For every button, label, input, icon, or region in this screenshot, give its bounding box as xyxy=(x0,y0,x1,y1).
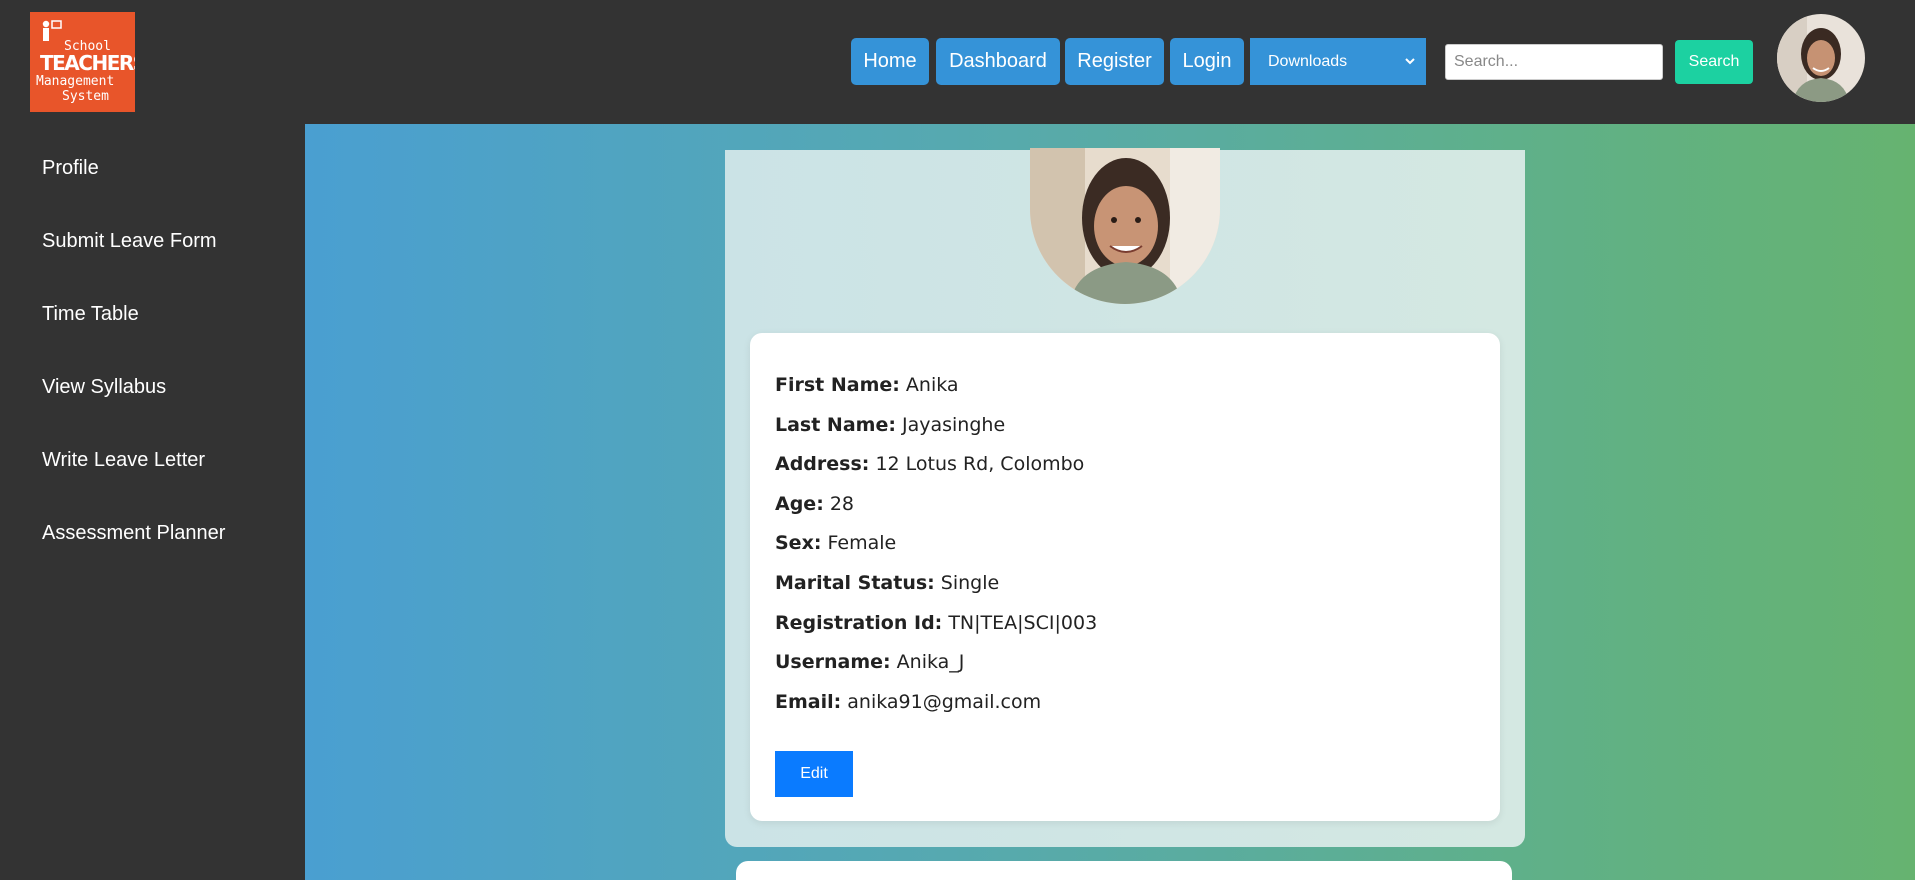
nav-register-button[interactable]: Register xyxy=(1065,38,1164,85)
field-marital-status: Marital Status: Single xyxy=(775,572,999,594)
nav-dashboard-button[interactable]: Dashboard xyxy=(936,38,1060,85)
profile-photo xyxy=(1030,148,1220,304)
sidebar-item-profile[interactable]: Profile xyxy=(42,157,99,180)
field-label: Email: xyxy=(775,691,842,713)
field-label: Username: xyxy=(775,651,891,673)
field-value: TN|TEA|SCI|003 xyxy=(948,612,1098,634)
field-value: Anika_J xyxy=(896,651,965,673)
school-logo[interactable]: School TEACHERS Management System xyxy=(30,12,135,112)
next-card xyxy=(736,861,1512,880)
main-content: First Name: Anika Last Name: Jayasinghe … xyxy=(305,124,1915,880)
profile-card: First Name: Anika Last Name: Jayasinghe … xyxy=(725,148,1525,847)
field-address: Address: 12 Lotus Rd, Colombo xyxy=(775,453,1084,475)
field-last-name: Last Name: Jayasinghe xyxy=(775,414,1005,436)
field-value: Jayasinghe xyxy=(902,414,1006,436)
field-value: Female xyxy=(827,532,897,554)
field-label: Registration Id: xyxy=(775,612,943,634)
field-label: First Name: xyxy=(775,374,900,396)
field-label: Marital Status: xyxy=(775,572,935,594)
field-value: anika91@gmail.com xyxy=(847,691,1042,713)
nav-login-button[interactable]: Login xyxy=(1170,38,1244,85)
sidebar-item-submit-leave-form[interactable]: Submit Leave Form xyxy=(42,230,217,253)
profile-photo-image xyxy=(1030,148,1220,304)
nav-home-button[interactable]: Home xyxy=(851,38,929,85)
field-age: Age: 28 xyxy=(775,493,854,515)
profile-details-card: First Name: Anika Last Name: Jayasinghe … xyxy=(750,333,1500,821)
user-avatar[interactable] xyxy=(1777,14,1865,102)
field-value: 28 xyxy=(829,493,855,515)
user-avatar-image xyxy=(1777,14,1865,102)
field-label: Last Name: xyxy=(775,414,896,436)
field-sex: Sex: Female xyxy=(775,532,896,554)
sidebar-item-view-syllabus[interactable]: View Syllabus xyxy=(42,376,166,399)
field-value: Anika xyxy=(905,374,959,396)
field-label: Sex: xyxy=(775,532,822,554)
field-label: Age: xyxy=(775,493,824,515)
field-value: 12 Lotus Rd, Colombo xyxy=(875,453,1085,475)
sidebar-item-assessment-planner[interactable]: Assessment Planner xyxy=(42,522,225,545)
field-value: Single xyxy=(940,572,1000,594)
search-button[interactable]: Search xyxy=(1675,40,1753,84)
field-username: Username: Anika_J xyxy=(775,651,964,673)
logo-line-4: System xyxy=(62,89,109,104)
field-registration-id: Registration Id: TN|TEA|SCI|003 xyxy=(775,612,1097,634)
field-label: Address: xyxy=(775,453,870,475)
sidebar-item-write-leave-letter[interactable]: Write Leave Letter xyxy=(42,449,205,472)
search-input[interactable] xyxy=(1445,44,1663,80)
logo-line-3: Management xyxy=(36,74,115,89)
downloads-dropdown[interactable]: Downloads xyxy=(1250,38,1426,85)
teacher-figure-icon xyxy=(42,20,62,41)
sidebar-item-time-table[interactable]: Time Table xyxy=(42,303,139,326)
sidebar: Profile Submit Leave Form Time Table Vie… xyxy=(0,124,305,880)
chevron-down-icon xyxy=(1405,58,1415,65)
top-navbar: School TEACHERS Management System Home D… xyxy=(0,0,1915,124)
edit-button[interactable]: Edit xyxy=(775,751,853,797)
field-email: Email: anika91@gmail.com xyxy=(775,691,1041,713)
downloads-dropdown-value: Downloads xyxy=(1268,53,1348,70)
logo-line-2: TEACHERS xyxy=(40,51,135,75)
field-first-name: First Name: Anika xyxy=(775,374,959,396)
